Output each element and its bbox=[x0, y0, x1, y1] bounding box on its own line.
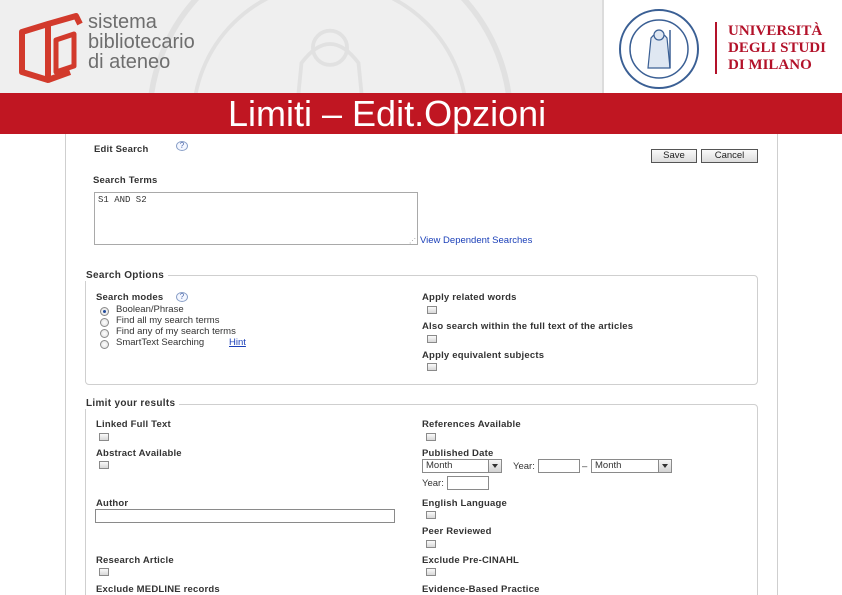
mode-find-all-label: Find all my search terms bbox=[116, 315, 220, 326]
university-line-2: DEGLI STUDI bbox=[728, 40, 826, 56]
exclude-medline-label: Exclude MEDLINE records bbox=[96, 584, 220, 595]
evidence-based-practice-label: Evidence-Based Practice bbox=[422, 584, 540, 595]
cancel-button[interactable]: Cancel bbox=[701, 149, 758, 163]
full-text-search-checkbox[interactable] bbox=[427, 335, 437, 343]
equivalent-subjects-checkbox[interactable] bbox=[427, 363, 437, 371]
exclude-pre-cinahl-label: Exclude Pre-CINAHL bbox=[422, 555, 520, 566]
library-line-3: di ateneo bbox=[88, 51, 171, 73]
abstract-available-label: Abstract Available bbox=[96, 448, 182, 459]
hint-link[interactable]: Hint bbox=[229, 337, 246, 348]
english-language-label: English Language bbox=[422, 498, 508, 509]
search-terms-label: Search Terms bbox=[93, 175, 158, 186]
to-year-label: Year: bbox=[422, 478, 444, 489]
apply-related-words-label: Apply related words bbox=[422, 292, 517, 303]
edit-search-title: Edit Search bbox=[94, 144, 149, 155]
search-modes-label: Search modes bbox=[96, 292, 164, 303]
mode-boolean-label: Boolean/Phrase bbox=[116, 304, 184, 315]
published-to-year-input[interactable] bbox=[447, 476, 489, 490]
author-input[interactable] bbox=[95, 509, 395, 523]
references-available-checkbox[interactable] bbox=[426, 433, 436, 441]
mode-smarttext-label: SmartText Searching bbox=[116, 337, 205, 348]
linked-full-text-checkbox[interactable] bbox=[99, 433, 109, 441]
equivalent-subjects-label: Apply equivalent subjects bbox=[422, 350, 545, 361]
university-seal-logo bbox=[619, 9, 699, 89]
abstract-available-checkbox[interactable] bbox=[99, 461, 109, 469]
university-name: UNIVERSITÀ DEGLI STUDI DI MILANO bbox=[728, 23, 826, 74]
published-from-year-input[interactable] bbox=[538, 459, 580, 473]
date-range-dash: – bbox=[582, 461, 588, 472]
university-divider bbox=[715, 22, 717, 74]
library-logo-icon bbox=[19, 13, 83, 83]
university-line-3: DI MILANO bbox=[728, 57, 812, 73]
peer-reviewed-checkbox[interactable] bbox=[426, 540, 436, 548]
library-line-1: sistema bbox=[88, 11, 157, 33]
mode-find-any-radio[interactable] bbox=[100, 329, 109, 338]
limit-results-legend: Limit your results bbox=[82, 398, 180, 409]
research-article-label: Research Article bbox=[96, 555, 174, 566]
library-line-2: bibliotecario bbox=[88, 31, 195, 53]
from-year-label: Year: bbox=[513, 461, 535, 472]
apply-related-words-checkbox[interactable] bbox=[427, 306, 437, 314]
references-available-label: References Available bbox=[422, 419, 521, 430]
published-to-month-select[interactable]: Month bbox=[591, 459, 672, 473]
university-watermark-seal bbox=[148, 0, 512, 93]
edit-search-help-icon[interactable]: ? bbox=[176, 141, 188, 151]
search-modes-help-icon[interactable]: ? bbox=[176, 292, 188, 302]
linked-full-text-label: Linked Full Text bbox=[96, 419, 171, 430]
edit-search-panel: Edit Search ? Save Cancel Search Terms S… bbox=[65, 134, 778, 595]
full-text-search-label: Also search within the full text of the … bbox=[422, 321, 634, 332]
exclude-pre-cinahl-checkbox[interactable] bbox=[426, 568, 436, 576]
mode-find-all-radio[interactable] bbox=[100, 318, 109, 327]
view-dependent-searches-link[interactable]: View Dependent Searches bbox=[420, 235, 532, 246]
chevron-down-icon bbox=[488, 460, 501, 472]
title-banner: Limiti – Edit.Opzioni bbox=[0, 93, 842, 134]
from-month-value: Month bbox=[426, 460, 453, 471]
english-language-checkbox[interactable] bbox=[426, 511, 436, 519]
save-button[interactable]: Save bbox=[651, 149, 697, 163]
mode-smarttext-radio[interactable] bbox=[100, 340, 109, 349]
university-line-1: UNIVERSITÀ bbox=[728, 23, 823, 39]
mode-find-any-label: Find any of my search terms bbox=[116, 326, 236, 337]
library-name: sistema bibliotecario di ateneo bbox=[88, 12, 195, 72]
peer-reviewed-label: Peer Reviewed bbox=[422, 526, 492, 537]
header-left-panel: sistema bibliotecario di ateneo bbox=[0, 0, 604, 93]
mode-boolean-radio[interactable] bbox=[100, 307, 109, 316]
chevron-down-icon bbox=[658, 460, 671, 472]
published-date-label: Published Date bbox=[422, 448, 494, 459]
slide-title: Limiti – Edit.Opzioni bbox=[228, 93, 547, 134]
research-article-checkbox[interactable] bbox=[99, 568, 109, 576]
search-options-legend: Search Options bbox=[82, 270, 169, 281]
to-month-value: Month bbox=[595, 460, 622, 471]
textarea-resize-handle[interactable]: ⋰ bbox=[409, 237, 416, 245]
search-terms-textarea[interactable]: S1 AND S2 bbox=[94, 192, 418, 245]
author-label: Author bbox=[96, 498, 129, 509]
published-from-month-select[interactable]: Month bbox=[422, 459, 502, 473]
